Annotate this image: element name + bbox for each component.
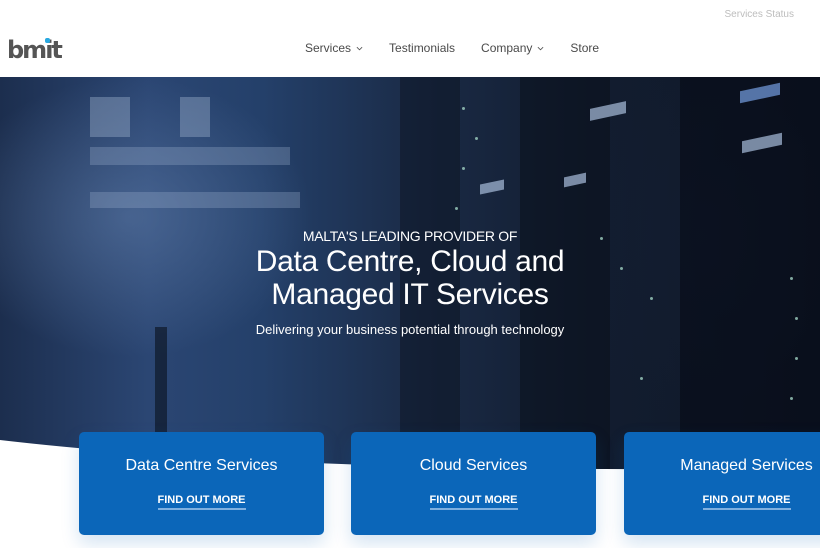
- ceiling-panel: [90, 192, 300, 208]
- find-out-more-link[interactable]: FIND OUT MORE: [624, 494, 820, 510]
- find-out-more-link[interactable]: FIND OUT MORE: [351, 494, 596, 510]
- card-title: Cloud Services: [419, 457, 528, 474]
- main-nav: Services Testimonials Company Store: [305, 41, 625, 55]
- nav-store-label: Store: [570, 41, 600, 55]
- nav-services[interactable]: Services: [305, 41, 363, 55]
- hero-headline-line2: Managed IT Services: [271, 278, 549, 311]
- site-header: bmit Services Status Services Testimonia…: [0, 0, 820, 77]
- hero-eyebrow: MALTA'S LEADING PROVIDER OF: [302, 228, 518, 244]
- chevron-down-icon: [537, 46, 544, 50]
- bmit-logo[interactable]: bmit: [7, 36, 63, 62]
- nav-testimonials-label: Testimonials: [389, 41, 456, 55]
- hero-headline-line1: Data Centre, Cloud and: [255, 245, 565, 278]
- chevron-down-icon: [356, 46, 363, 50]
- rack-panel: [480, 179, 504, 195]
- nav-company-label: Company: [481, 41, 533, 55]
- ceiling-panel: [90, 97, 130, 137]
- card-data-centre-services[interactable]: Data Centre Services FIND OUT MORE: [79, 432, 324, 535]
- hero-headline: Data Centre, Cloud and Managed IT Servic…: [0, 245, 820, 311]
- nav-testimonials[interactable]: Testimonials: [389, 41, 455, 55]
- ceiling-panel: [90, 147, 290, 165]
- svg-text:bmit: bmit: [7, 36, 62, 62]
- hero-subheadline: Delivering your business potential throu…: [255, 322, 565, 337]
- ceiling-panel: [180, 97, 210, 137]
- card-title: Data Centre Services: [125, 457, 278, 474]
- card-title: Managed Services: [680, 457, 813, 474]
- find-out-more-link[interactable]: FIND OUT MORE: [79, 494, 324, 510]
- card-managed-services[interactable]: Managed Services FIND OUT MORE: [624, 432, 820, 535]
- nav-services-label: Services: [305, 41, 352, 55]
- nav-store[interactable]: Store: [570, 41, 599, 55]
- services-status-link[interactable]: Services Status: [725, 9, 794, 20]
- card-cloud-services[interactable]: Cloud Services FIND OUT MORE: [351, 432, 596, 535]
- nav-company[interactable]: Company: [481, 41, 544, 55]
- person-silhouette: [155, 327, 167, 437]
